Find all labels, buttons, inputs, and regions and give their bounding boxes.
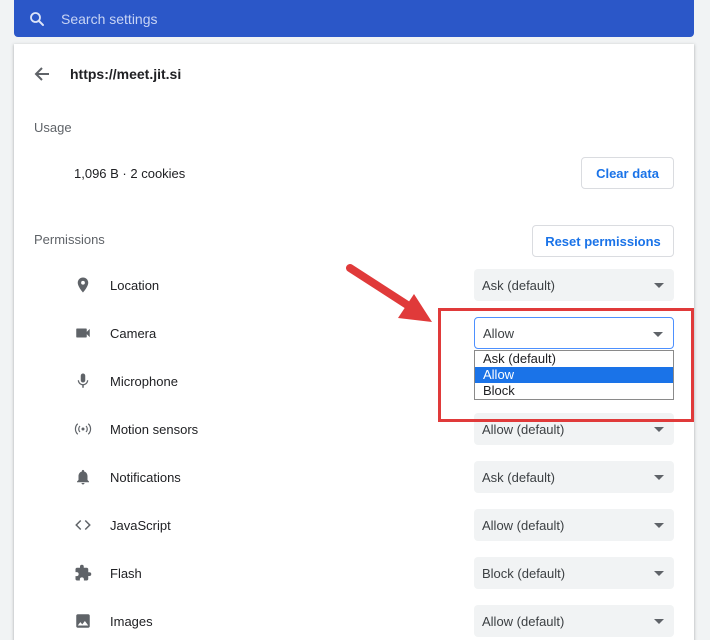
select-value: Allow (default): [482, 517, 565, 533]
camera-icon: [76, 328, 90, 338]
select-value: Ask (default): [482, 277, 555, 293]
code-brackets-icon: [75, 519, 91, 531]
permission-label: JavaScript: [110, 518, 171, 533]
chevron-down-icon: [654, 427, 664, 432]
camera-select[interactable]: Allow: [474, 317, 674, 349]
location-pin-icon: [77, 277, 89, 293]
chevron-down-icon: [654, 475, 664, 480]
chevron-down-icon: [653, 332, 663, 337]
permission-label: Microphone: [110, 374, 178, 389]
permission-row-javascript: JavaScript Allow (default): [14, 509, 694, 541]
usage-heading: Usage: [34, 120, 72, 135]
permission-label: Flash: [110, 566, 142, 581]
motion-sensors-icon: [74, 423, 92, 435]
back-arrow-icon[interactable]: [34, 66, 50, 82]
location-select[interactable]: Ask (default): [474, 269, 674, 301]
dropdown-option-allow[interactable]: Allow: [475, 367, 673, 383]
clear-data-button[interactable]: Clear data: [581, 157, 674, 189]
microphone-icon: [77, 373, 89, 388]
select-value: Allow (default): [482, 613, 565, 629]
permission-label: Location: [110, 278, 160, 293]
bell-icon: [77, 469, 89, 485]
search-bar[interactable]: Search settings: [14, 0, 694, 37]
chevron-down-icon: [654, 571, 664, 576]
motion-sensors-select[interactable]: Allow (default): [474, 413, 674, 445]
permission-row-location: Location Ask (default): [14, 269, 694, 301]
permission-row-notifications: Notifications Ask (default): [14, 461, 694, 493]
permission-label: Motion sensors: [110, 422, 199, 437]
chevron-down-icon: [654, 619, 664, 624]
permission-row-flash: Flash Block (default): [14, 557, 694, 589]
permission-row-camera: Camera Allow: [14, 317, 694, 349]
reset-permissions-button[interactable]: Reset permissions: [532, 225, 674, 257]
image-icon: [76, 614, 90, 628]
camera-dropdown-list: Ask (default) Allow Block: [474, 350, 674, 400]
select-value: Block (default): [482, 565, 566, 581]
images-select[interactable]: Allow (default): [474, 605, 674, 637]
usage-summary: 1,096 B · 2 cookies: [74, 166, 186, 181]
search-icon: [30, 11, 44, 26]
top-bar: Search settings: [0, 0, 710, 44]
site-url: https://meet.jit.si: [70, 66, 182, 82]
search-input[interactable]: Search settings: [61, 11, 158, 27]
permissions-heading: Permissions: [34, 232, 105, 247]
permission-row-motion-sensors: Motion sensors Allow (default): [14, 413, 694, 445]
dropdown-option-ask[interactable]: Ask (default): [475, 351, 673, 367]
select-value: Ask (default): [482, 469, 555, 485]
permission-label: Images: [110, 614, 153, 629]
notifications-select[interactable]: Ask (default): [474, 461, 674, 493]
permission-row-images: Images Allow (default): [14, 605, 694, 637]
select-value: Allow (default): [482, 421, 565, 437]
permission-label: Notifications: [110, 470, 181, 485]
chevron-down-icon: [654, 283, 664, 288]
chevron-down-icon: [654, 523, 664, 528]
permission-label: Camera: [110, 326, 157, 341]
select-value: Allow: [483, 325, 515, 341]
javascript-select[interactable]: Allow (default): [474, 509, 674, 541]
puzzle-icon: [75, 564, 92, 581]
site-settings-card: https://meet.jit.si Usage 1,096 B · 2 co…: [14, 44, 694, 640]
dropdown-option-block[interactable]: Block: [475, 383, 673, 399]
flash-select[interactable]: Block (default): [474, 557, 674, 589]
